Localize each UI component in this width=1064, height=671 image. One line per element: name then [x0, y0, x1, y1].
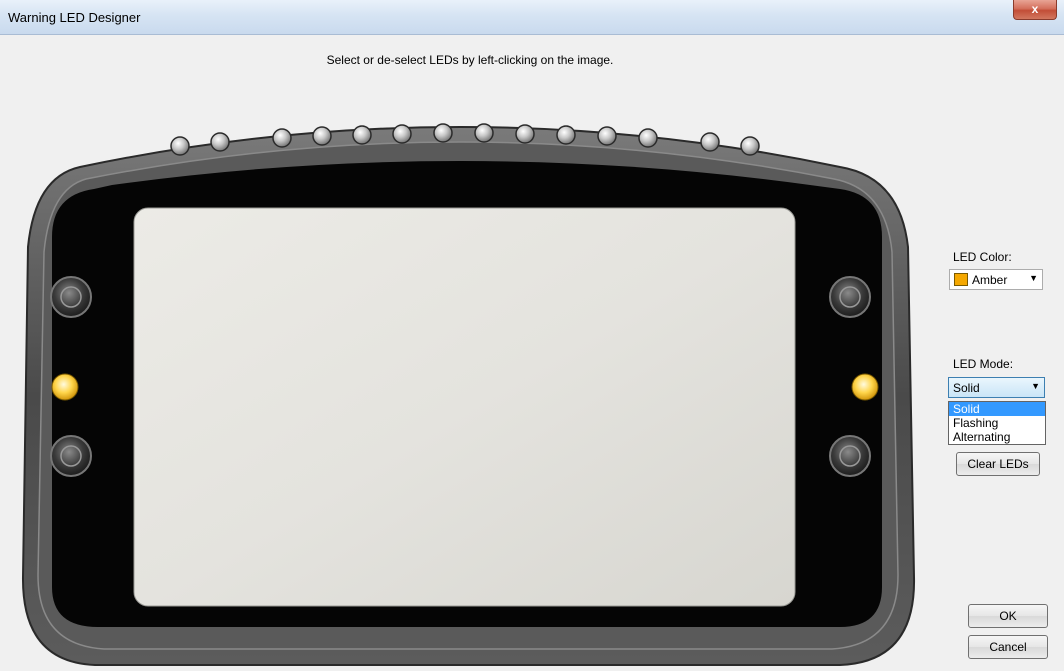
cancel-button[interactable]: Cancel	[968, 635, 1048, 659]
left-side-led[interactable]	[51, 373, 79, 401]
top-led[interactable]	[740, 136, 760, 156]
top-led[interactable]	[597, 126, 617, 146]
top-led[interactable]	[352, 125, 372, 145]
chevron-down-icon: ▼	[1029, 273, 1038, 283]
led-mode-value: Solid	[953, 381, 980, 395]
right-side-led[interactable]	[851, 373, 879, 401]
chevron-down-icon: ▼	[1031, 381, 1040, 391]
top-led[interactable]	[312, 126, 332, 146]
clear-leds-button[interactable]: Clear LEDs	[956, 452, 1040, 476]
led-mode-dropdown-list: Solid Flashing Alternating	[948, 401, 1046, 445]
top-led[interactable]	[392, 124, 412, 144]
led-mode-option-flashing[interactable]: Flashing	[949, 416, 1045, 430]
top-led[interactable]	[170, 136, 190, 156]
title-bar: Warning LED Designer x	[0, 0, 1064, 35]
led-mode-option-solid[interactable]: Solid	[949, 402, 1045, 416]
right-top-button[interactable]	[829, 276, 871, 318]
top-led[interactable]	[272, 128, 292, 148]
led-color-label: LED Color:	[953, 250, 1012, 264]
top-led[interactable]	[700, 132, 720, 152]
close-button[interactable]: x	[1013, 0, 1057, 20]
led-mode-option-alternating[interactable]: Alternating	[949, 430, 1045, 444]
right-bottom-button[interactable]	[829, 435, 871, 477]
instruction-text: Select or de-select LEDs by left-clickin…	[326, 53, 614, 67]
top-led[interactable]	[556, 125, 576, 145]
close-icon: x	[1031, 2, 1039, 16]
top-led[interactable]	[210, 132, 230, 152]
top-led[interactable]	[433, 123, 453, 143]
led-color-value: Amber	[972, 273, 1008, 287]
led-color-select[interactable]: Amber ▼	[949, 269, 1043, 290]
color-swatch	[954, 273, 968, 286]
ok-button[interactable]: OK	[968, 604, 1048, 628]
led-mode-label: LED Mode:	[953, 357, 1014, 371]
top-led[interactable]	[474, 123, 494, 143]
left-bottom-button[interactable]	[50, 435, 92, 477]
left-top-button[interactable]	[50, 276, 92, 318]
display-screen	[133, 207, 796, 607]
top-led[interactable]	[638, 128, 658, 148]
dash-display-image[interactable]	[20, 97, 916, 668]
led-mode-select[interactable]: Solid ▼	[948, 377, 1045, 398]
top-led[interactable]	[515, 124, 535, 144]
window-title: Warning LED Designer	[8, 10, 141, 25]
